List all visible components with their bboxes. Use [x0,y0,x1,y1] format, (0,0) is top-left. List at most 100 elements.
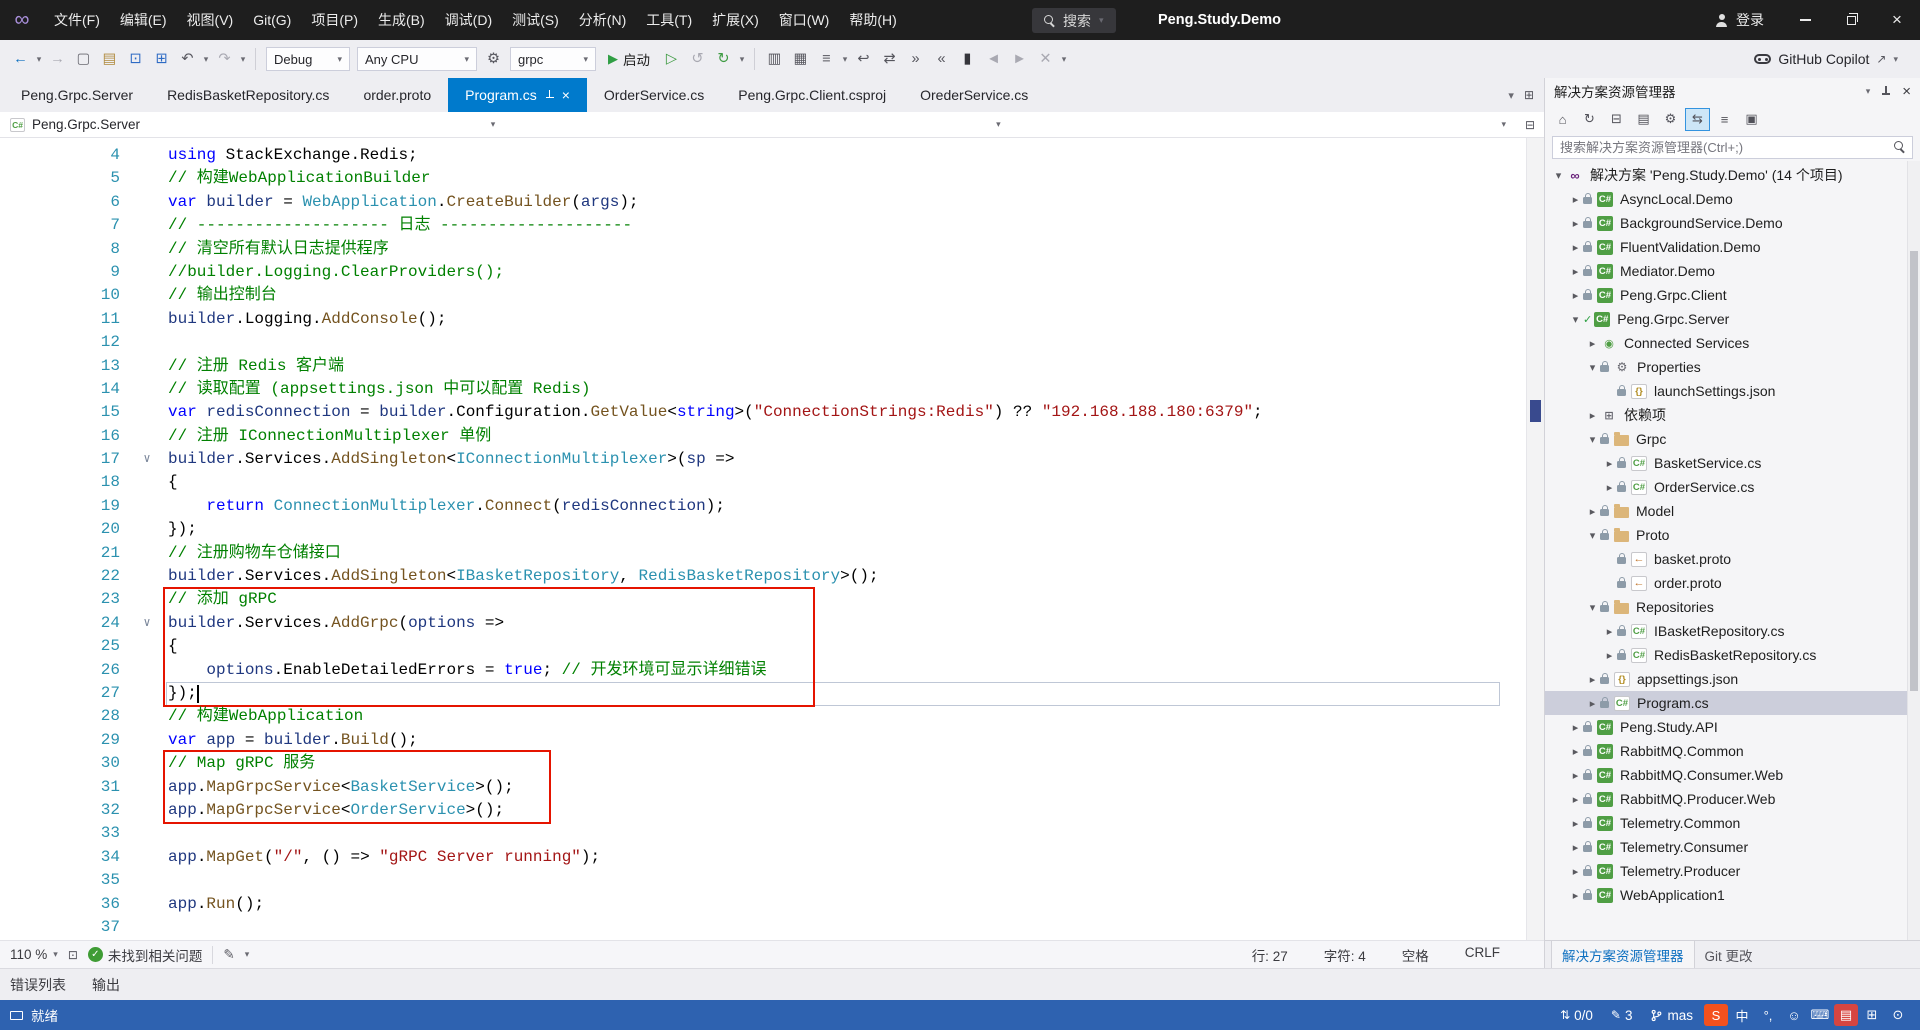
tree-item[interactable]: ▸ C# Peng.Study.API [1545,715,1907,739]
expander-icon[interactable]: ▸ [1568,721,1583,734]
expander-icon[interactable]: ▸ [1585,673,1600,686]
current-branch[interactable]: mas [1650,1008,1693,1023]
next-bookmark-icon[interactable]: ► [1007,46,1032,72]
pin-icon[interactable] [545,90,554,100]
expander-icon[interactable]: ▾ [1585,433,1600,446]
tree-item[interactable]: ▸ ⊞ 依赖项 [1545,403,1907,427]
new-file-icon[interactable]: ▢ [71,46,96,72]
tree-item[interactable]: ▸ C# Program.cs [1545,691,1907,715]
clear-bookmarks-icon[interactable]: ✕ [1033,46,1058,72]
tree-item[interactable]: {} launchSettings.json [1545,379,1907,403]
line-indicator[interactable]: 行: 27 [1252,945,1288,965]
expander-icon[interactable]: ▸ [1568,193,1583,206]
pending-changes[interactable]: ✎ 3 [1611,1008,1633,1023]
panel-tab-Git 更改[interactable]: Git 更改 [1695,941,1763,969]
tree-item[interactable]: ▸ ◉ Connected Services [1545,331,1907,355]
panel-menu-icon[interactable]: ▾ [1866,86,1871,97]
expander-icon[interactable]: ▸ [1568,889,1583,902]
tree-item[interactable]: ← basket.proto [1545,547,1907,571]
tab-RedisBasketRepository.cs[interactable]: RedisBasketRepository.cs [150,78,346,112]
back-icon[interactable]: ← [8,46,33,72]
expander-icon[interactable]: ▸ [1585,505,1600,518]
breadcrumb-type[interactable]: ▾ [505,112,1010,137]
indent-decrease-icon[interactable]: « [929,46,954,72]
tree-item[interactable]: ▸ C# OrderService.cs [1545,475,1907,499]
sync-with-active-document-icon[interactable]: ⇆ [1685,107,1710,131]
fold-icon[interactable]: ∨ [126,448,168,471]
menu-item[interactable]: 扩展(X) [702,0,769,40]
toolbox-icon[interactable]: ⊞ [1860,1004,1884,1026]
expander-icon[interactable]: ▸ [1568,865,1583,878]
tree-item[interactable]: ▸ C# AsyncLocal.Demo [1545,187,1907,211]
document-outline-icon[interactable]: ▦ [788,46,813,72]
tree-item[interactable]: ▸ C# Telemetry.Producer [1545,859,1907,883]
code-health-indicator[interactable]: ✓ 未找到相关问题 [87,945,202,965]
tree-item[interactable]: ▾ ⚙ Properties [1545,355,1907,379]
mic-icon[interactable]: ⊙ [1886,1004,1910,1026]
solution-search-input[interactable] [1552,136,1913,159]
title-search-box[interactable]: 搜索 ▾ [1032,8,1116,33]
menu-item[interactable]: 调试(D) [435,0,502,40]
refresh-icon[interactable]: ↻ [1577,108,1602,131]
breadcrumb-project[interactable]: C# Peng.Grpc.Server ▾ [0,112,505,137]
tree-item[interactable]: ▸ C# WebApplication1 [1545,883,1907,907]
chinese-mode-icon[interactable]: 中 [1730,1004,1754,1026]
word-wrap-icon[interactable]: ↩ [851,46,876,72]
expander-icon[interactable]: ▸ [1585,697,1600,710]
menu-item[interactable]: 编辑(E) [110,0,177,40]
github-copilot-label[interactable]: GitHub Copilot [1778,51,1869,67]
open-external-icon[interactable]: ↗ [1876,52,1886,66]
navigate-icon[interactable]: ⇄ [877,46,902,72]
expander-icon[interactable]: ▾ [1551,169,1566,182]
incoming-outgoing-commits[interactable]: ⇅ 0/0 [1560,1008,1593,1023]
tree-item[interactable]: ▾ ✓ C# Peng.Grpc.Server [1545,307,1907,331]
expander-icon[interactable]: ▾ [1585,529,1600,542]
restore-button[interactable] [1828,0,1874,40]
menu-item[interactable]: 视图(V) [177,0,244,40]
menu-item[interactable]: 项目(P) [301,0,368,40]
startup-project-select[interactable]: grpc ▾ [510,47,596,71]
expander-icon[interactable]: ▾ [1585,601,1600,614]
expander-icon[interactable]: ▾ [1585,361,1600,374]
pin-icon[interactable] [1881,86,1891,96]
menu-item[interactable]: Git(G) [243,0,301,40]
close-button[interactable]: × [1874,0,1920,40]
tree-item[interactable]: ▸ C# RabbitMQ.Producer.Web [1545,787,1907,811]
switch-views-icon[interactable]: ⌂ [1550,108,1575,131]
scrollbar-thumb[interactable] [1910,251,1918,691]
platform-select[interactable]: Any CPU ▾ [357,47,477,71]
show-all-files-icon[interactable]: ▤ [1631,108,1656,131]
tree-item[interactable]: ▸ C# RabbitMQ.Consumer.Web [1545,763,1907,787]
sign-in-button[interactable]: 登录 [1697,10,1782,30]
line-menu-icon[interactable]: ≡ [814,46,839,72]
tab-Peng.Grpc.Client.csproj[interactable]: Peng.Grpc.Client.csproj [721,78,903,112]
back-history-icon[interactable]: ▾ [34,54,44,65]
expander-icon[interactable]: ▸ [1602,457,1617,470]
code-editor[interactable]: 4 using StackExchange.Redis; 5// 构建WebAppl… [0,138,1544,940]
panel-tab-解决方案资源管理器[interactable]: 解决方案资源管理器 [1551,940,1695,969]
tree-item[interactable]: ▸ Model [1545,499,1907,523]
tree-item[interactable]: ▸ {} appsettings.json [1545,667,1907,691]
spaces-indicator[interactable]: 空格 [1402,945,1429,965]
fold-icon[interactable]: ∨ [126,612,168,635]
tree-item[interactable]: ▾ Grpc [1545,427,1907,451]
configuration-select[interactable]: Debug ▾ [266,47,350,71]
open-file-icon[interactable]: ▤ [97,46,122,72]
zoom-control[interactable]: 110 % ▾ [10,947,58,962]
tab-order.proto[interactable]: order.proto [346,78,448,112]
tree-item[interactable]: ▸ C# Telemetry.Common [1545,811,1907,835]
undo-history-icon[interactable]: ▾ [201,54,211,65]
tree-item[interactable]: ▸ C# BasketService.cs [1545,451,1907,475]
preview-selected-items-icon[interactable]: ▣ [1739,108,1764,131]
restart-options-icon[interactable]: ▾ [737,54,747,65]
document-list-icon[interactable]: ▾ [1508,89,1514,102]
forward-icon[interactable]: → [45,46,70,72]
expander-icon[interactable]: ▸ [1568,745,1583,758]
copilot-menu-icon[interactable]: ▾ [1893,54,1898,65]
save-icon[interactable]: ⊡ [123,46,148,72]
expander-icon[interactable]: ▸ [1568,841,1583,854]
code-cleanup-icon[interactable]: ✎ [223,947,234,963]
menu-item[interactable]: 帮助(H) [839,0,906,40]
expander-icon[interactable]: ▾ [1568,313,1583,326]
tree-item[interactable]: ▸ C# RabbitMQ.Common [1545,739,1907,763]
